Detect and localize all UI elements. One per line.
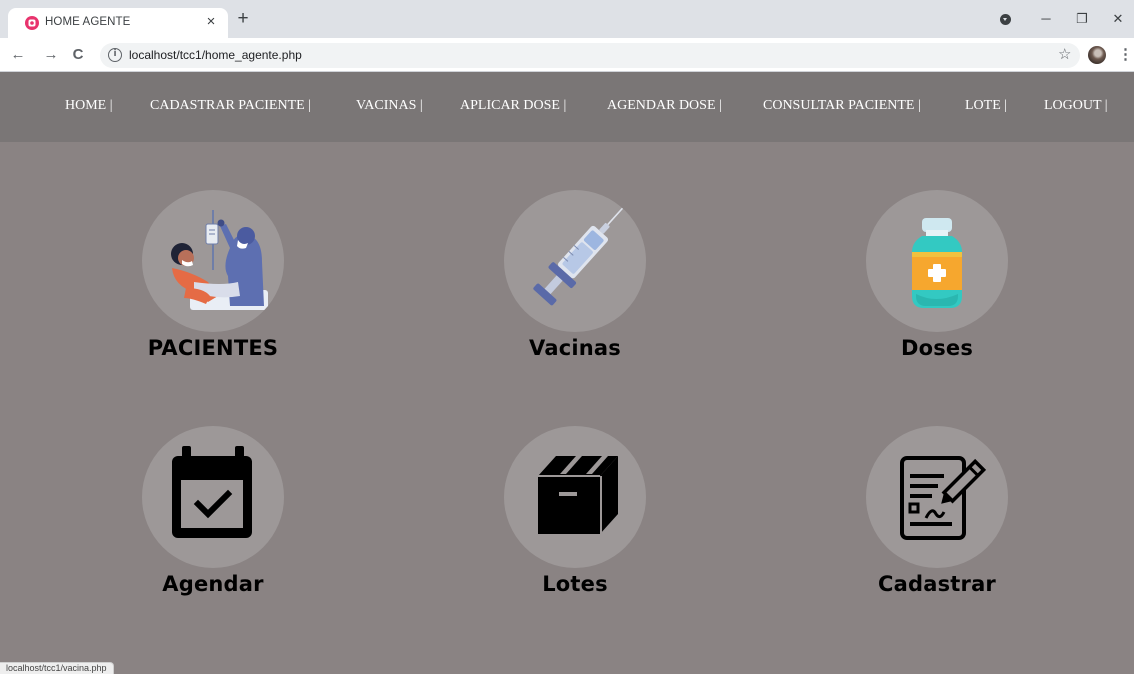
profile-avatar[interactable] <box>1088 46 1106 64</box>
bookmark-star-icon[interactable]: ☆ <box>1058 46 1071 64</box>
status-bar-url: localhost/tcc1/vacina.php <box>0 662 114 674</box>
new-tab-button[interactable]: + <box>234 9 252 29</box>
nav-consultar-paciente[interactable]: CONSULTAR PACIENTE | <box>763 98 921 114</box>
card-agendar-circle[interactable] <box>142 426 284 568</box>
card-lotes-label[interactable]: Lotes <box>444 572 706 596</box>
close-window-button[interactable]: ✕ <box>1104 8 1132 30</box>
patient-care-icon <box>171 210 268 310</box>
address-bar[interactable]: i localhost/tcc1/home_agente.php <box>100 43 1080 68</box>
nav-cadastrar-paciente[interactable]: CADASTRAR PACIENTE | <box>150 98 311 114</box>
nav-logout[interactable]: LOGOUT | <box>1044 98 1108 114</box>
box-icon <box>538 456 618 534</box>
card-vacinas-label[interactable]: Vacinas <box>444 336 706 360</box>
card-cadastrar-circle[interactable] <box>866 426 1008 568</box>
card-agendar-label[interactable]: Agendar <box>82 572 344 596</box>
calendar-check-icon <box>172 446 252 538</box>
form-edit-icon <box>900 456 987 540</box>
browser-tabstrip: HOME AGENTE × + ─ ❐ ✕ <box>0 0 1134 38</box>
tab-title: HOME AGENTE <box>45 16 131 28</box>
back-button[interactable]: ← <box>8 45 28 65</box>
card-doses-circle[interactable] <box>866 190 1008 332</box>
restore-button[interactable]: ❐ <box>1068 8 1096 30</box>
card-pacientes-circle[interactable] <box>142 190 284 332</box>
nav-aplicar-dose[interactable]: APLICAR DOSE | <box>460 98 566 114</box>
browser-toolbar: ← → C i localhost/tcc1/home_agente.php ☆… <box>0 38 1134 72</box>
nav-agendar-dose[interactable]: AGENDAR DOSE | <box>607 98 722 114</box>
card-doses-label[interactable]: Doses <box>806 336 1068 360</box>
nav-home[interactable]: HOME | <box>65 98 113 114</box>
tab-favicon-icon <box>25 16 39 30</box>
profile-indicator-icon[interactable] <box>1000 14 1011 25</box>
minimize-button[interactable]: ─ <box>1032 8 1060 30</box>
card-cadastrar-label[interactable]: Cadastrar <box>806 572 1068 596</box>
card-pacientes-label[interactable]: PACIENTES <box>82 336 344 360</box>
site-info-icon[interactable]: i <box>108 48 122 62</box>
browser-menu-icon[interactable]: ⋮ <box>1118 46 1133 64</box>
syringe-icon <box>533 206 624 306</box>
nav-vacinas[interactable]: VACINAS | <box>356 98 423 114</box>
card-vacinas-circle[interactable] <box>504 190 646 332</box>
forward-button[interactable]: → <box>41 45 61 65</box>
reload-button[interactable]: C <box>68 45 88 65</box>
site-nav-bar: HOME | CADASTRAR PACIENTE | VACINAS | AP… <box>0 72 1134 142</box>
address-url[interactable]: localhost/tcc1/home_agente.php <box>129 48 302 62</box>
vaccine-vial-icon <box>912 218 962 308</box>
browser-tab[interactable]: HOME AGENTE × <box>8 8 228 38</box>
card-lotes-circle[interactable] <box>504 426 646 568</box>
tab-close-icon[interactable]: × <box>202 13 220 31</box>
nav-lote[interactable]: LOTE | <box>965 98 1007 114</box>
